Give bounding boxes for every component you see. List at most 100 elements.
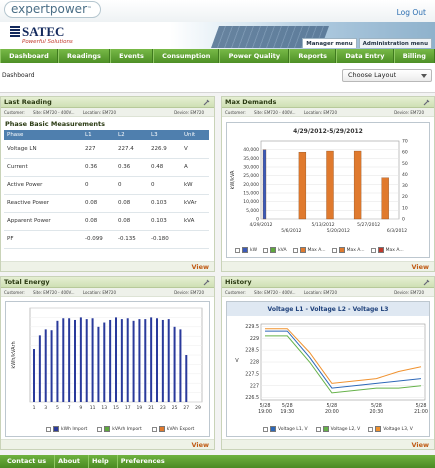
view-link[interactable]: View: [411, 441, 429, 449]
legend-label: Max A...: [307, 247, 326, 253]
checkbox-icon[interactable]: [151, 426, 157, 432]
legend-item[interactable]: Voltage L1, V: [263, 426, 308, 432]
nav-reports[interactable]: Reports: [289, 49, 337, 63]
col-l3: L3: [148, 130, 181, 140]
logout-link[interactable]: Log Out: [397, 8, 426, 17]
x-tick-label: 5/28: [416, 403, 427, 409]
checkbox-icon[interactable]: [368, 426, 374, 432]
y2-tick-label: 20: [402, 194, 408, 200]
checkbox-icon[interactable]: [370, 247, 376, 253]
nav-billing[interactable]: Billing: [393, 49, 435, 63]
view-link[interactable]: View: [191, 441, 209, 449]
expertpower-logo[interactable]: expertpower™: [4, 1, 102, 18]
legend-item[interactable]: Voltage L2, V: [315, 426, 361, 432]
checkbox-icon[interactable]: [263, 247, 269, 253]
x-tick-label: 5/28: [282, 403, 293, 409]
legend-label: Voltage L3, V: [383, 426, 413, 432]
bar: [120, 319, 123, 402]
legend-swatch: [53, 426, 59, 432]
cell: 0.08: [115, 194, 148, 213]
administration-menu-tab[interactable]: Administration menu: [358, 38, 432, 48]
legend-label: Max A...: [346, 247, 365, 253]
cell: 0: [115, 176, 148, 195]
table-title: Phase Basic Measurements: [5, 120, 106, 128]
bar: [381, 177, 389, 220]
legend-label: Voltage L2, V: [330, 426, 361, 432]
legend-item[interactable]: Voltage L3, V: [368, 426, 413, 432]
about-link[interactable]: About: [55, 455, 89, 468]
nav-events[interactable]: Events: [110, 49, 153, 63]
x-tick-label: 19:30: [280, 409, 294, 415]
nav-power-quality[interactable]: Power Quality: [219, 49, 290, 63]
checkbox-icon[interactable]: [315, 426, 321, 432]
cell: 0.08: [115, 212, 148, 231]
cell: Current: [4, 158, 82, 177]
view-link[interactable]: View: [191, 263, 209, 271]
x-tick-label: 5/28: [371, 403, 382, 409]
preferences-link[interactable]: Preferences: [118, 455, 173, 468]
table-row: PF -0.099 -0.135 -0.180: [4, 230, 209, 249]
bar: [173, 326, 176, 402]
view-link[interactable]: View: [411, 263, 429, 271]
wrench-icon[interactable]: [423, 99, 430, 106]
x-tick-label: 5/13/2012: [312, 222, 335, 228]
total-energy-chart-frame: kWh/kVArh 1 3 5 7 9 11 13 15 17 19 21 23 25 27 29 kWh I…: [5, 301, 210, 437]
wrench-icon[interactable]: [423, 279, 430, 286]
wrench-icon[interactable]: [203, 99, 210, 106]
y-tick-label: 228: [250, 360, 259, 366]
nav-data-entry[interactable]: Data Entry: [336, 49, 394, 63]
x-tick-label: 15: [113, 405, 119, 411]
checkbox-icon[interactable]: [331, 247, 337, 253]
total-energy-legend: kWh Import kVArh Import kVAh Export: [46, 426, 194, 432]
cell: 0.103: [148, 212, 181, 231]
legend-item[interactable]: kVAh Export: [151, 426, 194, 432]
x-tick-label: 19:00: [258, 409, 272, 415]
cell: V: [181, 140, 209, 159]
legend-item[interactable]: kVA: [263, 247, 287, 253]
table-header-row: Phase L1 L2 L3 Unit: [4, 130, 209, 140]
col-phase: Phase: [4, 130, 82, 140]
legend-label: kW: [250, 247, 258, 253]
cell: 0.08: [82, 194, 115, 213]
checkbox-icon[interactable]: [292, 247, 298, 253]
wrench-icon[interactable]: [203, 279, 210, 286]
choose-layout-select[interactable]: Choose Layout: [342, 69, 432, 82]
legend-item[interactable]: Max A...: [370, 247, 404, 253]
nav-dashboard[interactable]: Dashboard: [0, 49, 58, 63]
table-row: Voltage LN 227 227.4 226.9 V: [4, 140, 209, 159]
checkbox-icon[interactable]: [46, 426, 51, 432]
legend-item[interactable]: kW: [235, 247, 257, 253]
bar: [262, 149, 267, 220]
legend-swatch: [377, 247, 384, 253]
legend-item[interactable]: Max A...: [331, 247, 365, 253]
help-link[interactable]: Help: [89, 455, 118, 468]
col-l2: L2: [115, 130, 148, 140]
manager-menu-tab[interactable]: Manager menu: [302, 38, 357, 48]
legend-item[interactable]: kVArh Import: [97, 426, 142, 432]
bar: [68, 318, 71, 402]
y-tick-label: 0: [256, 217, 259, 223]
legend-item[interactable]: kWh Import: [46, 426, 87, 432]
meta-device: Device: EM720: [394, 290, 424, 295]
legend-item[interactable]: Max A...: [292, 247, 326, 253]
checkbox-icon[interactable]: [263, 426, 268, 432]
y2-tick-label: 10: [402, 205, 408, 211]
contact-us-link[interactable]: Contact us: [4, 455, 56, 468]
satec-logo-mark: [10, 26, 20, 37]
checkbox-icon[interactable]: [235, 247, 240, 253]
x-tick-label: 1: [33, 405, 36, 411]
meta-site: Site: EM720 - 400V...: [254, 110, 296, 115]
nav-consumption[interactable]: Consumption: [153, 49, 220, 63]
meta-site: Site: EM720 - 400V...: [254, 290, 296, 295]
y-axis-label: kWh/kVArh: [11, 341, 17, 368]
checkbox-icon[interactable]: [97, 426, 103, 432]
bar: [85, 319, 88, 402]
y-tick-label: 30,000: [243, 165, 259, 171]
widget-header: Max Demands: [222, 97, 434, 108]
widget-header: Last Reading: [1, 97, 214, 108]
cell: Reactive Power: [4, 194, 82, 213]
nav-readings[interactable]: Readings: [57, 49, 111, 63]
x-tick-label: 17: [125, 405, 131, 411]
meta-customer: Customer:: [4, 290, 25, 295]
x-tick-label: 5/6/2012: [281, 228, 301, 234]
